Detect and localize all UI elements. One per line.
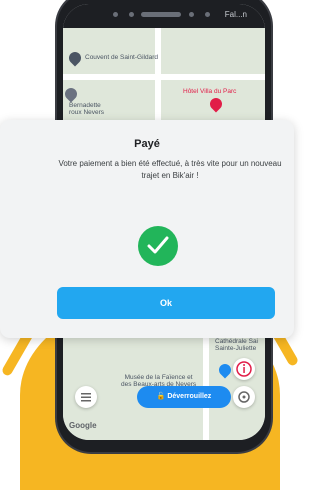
notch-dot [189,12,194,17]
success-check [138,226,178,266]
menu-button[interactable] [75,386,97,408]
google-logo: Google [69,421,97,430]
modal-title: Payé [134,138,160,150]
bottom-controls: 🔓 Déverrouillez [75,358,255,416]
unlock-label: Déverrouillez [167,393,212,400]
lock-icon: 🔓 [156,393,166,400]
unlock-button[interactable]: 🔓 Déverrouillez [137,386,231,408]
check-icon [147,236,169,254]
map-road [63,74,265,80]
map-label: Couvent de Saint-Gildard [85,54,158,61]
menu-icon [81,393,91,402]
info-button[interactable] [233,358,255,380]
status-bar: Fal...n [63,4,265,28]
ok-button[interactable]: Ok [57,287,275,319]
notch-dot [205,12,210,17]
crosshair-icon [238,391,250,403]
status-text: Fal...n [224,10,247,19]
map-label: Hôtel Villa du Parc [183,88,237,95]
modal-message: Votre paiement a bien été effectué, à tr… [58,159,282,180]
info-icon [236,361,252,377]
map-road [155,28,161,128]
recenter-button[interactable] [233,386,255,408]
map-label: Bernadette roux Nevers [69,102,105,117]
map-label: Cathédrale Sai Sainte-Juliette [215,338,258,353]
notch-speaker [141,12,181,17]
notch-dot [113,12,118,17]
payment-modal: Payé Votre paiement a bien été effectué,… [0,120,294,338]
notch-dot [129,12,134,17]
